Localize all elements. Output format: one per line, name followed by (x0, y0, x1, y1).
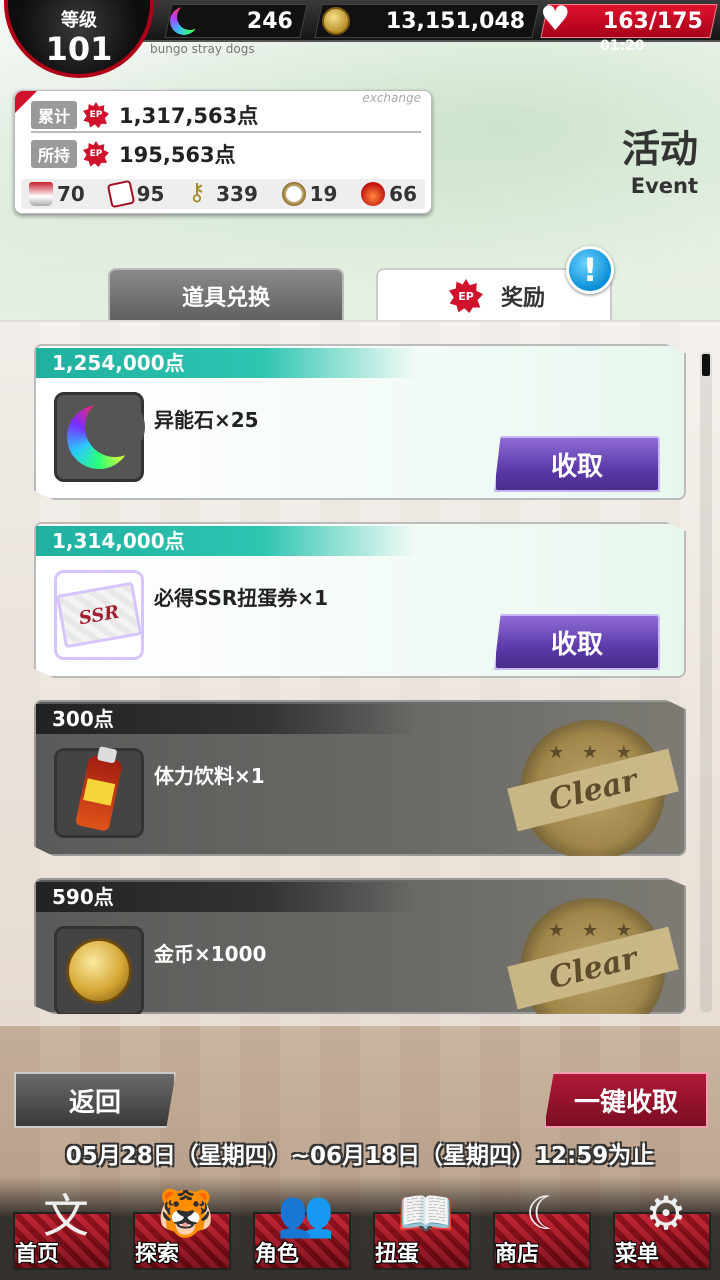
nav-shop[interactable]: ☾ 商店 (485, 1180, 595, 1276)
tab-label: 奖励 (500, 286, 545, 311)
reward-card: 300点 体力饮料×1 ★ ★ ★ Clear (34, 700, 686, 856)
gold-coin-icon (66, 938, 132, 1004)
tab-item-exchange[interactable]: 道具兑换 (108, 268, 344, 322)
heart-icon (540, 0, 570, 39)
item-can: 70 (29, 182, 85, 206)
item-clock: 19 (281, 182, 338, 206)
nav-label: 扭蛋 (375, 1242, 420, 1267)
reward-points: 590点 (36, 882, 416, 912)
nav-home[interactable]: 文 首页 (5, 1180, 115, 1276)
level-badge: 等级 101 (4, 0, 154, 78)
item-count: 70 (57, 182, 85, 206)
stamina-timer: 01:20 (600, 38, 645, 54)
nav-label: 商店 (495, 1242, 540, 1267)
alert-icon: ! (566, 246, 614, 294)
item-key: 339 (188, 178, 258, 206)
coin-count: 13,151,048 (385, 8, 525, 34)
reward-item-frame (54, 392, 145, 482)
owned-label: 所持 (31, 140, 77, 168)
ep-emblem-icon: EP (83, 141, 109, 167)
clock-icon (281, 182, 306, 206)
gem-icon (170, 7, 198, 35)
reward-item-frame (54, 748, 144, 838)
top-status-bar: 等级 101 bungo stray dogs 246 13,151,048 1… (0, 0, 720, 78)
reward-name: 体力饮料×1 (154, 764, 265, 788)
stamina-drink-icon (74, 754, 124, 832)
page-subtitle: Event (630, 174, 698, 198)
reward-points: 300点 (36, 704, 416, 734)
ssr-ticket-icon: SSR (55, 581, 143, 649)
coin-icon (322, 7, 350, 35)
cumulative-label: 累计 (31, 101, 77, 129)
owned-value: 195,563点 (119, 143, 236, 167)
event-date-range: 05月28日（星期四）~06月18日（星期四）12:59为止 (65, 1143, 655, 1169)
item-card: 95 (106, 179, 165, 209)
back-button[interactable]: 返回 (14, 1072, 176, 1128)
claim-button[interactable]: 收取 (494, 614, 660, 670)
rainbow-gem-icon (67, 397, 145, 469)
can-icon (29, 182, 53, 206)
clear-stamp-icon: ★ ★ ★ Clear (507, 720, 679, 856)
scrollbar-thumb[interactable] (702, 354, 710, 376)
nav-characters[interactable]: 👥 角色 (245, 1180, 355, 1276)
item-count: 339 (216, 182, 258, 206)
reward-points: 1,314,000点 (36, 526, 416, 556)
bottom-nav: 文 首页 🐯 探索 👥 角色 📖 扭蛋 ☾ 商店 ⚙ 菜单 (0, 1176, 720, 1280)
key-icon (188, 178, 212, 206)
reward-card: 1,254,000点 异能石×25 收取 (34, 344, 686, 500)
nav-gacha[interactable]: 📖 扭蛋 (365, 1180, 475, 1276)
nav-label: 角色 (255, 1242, 300, 1267)
page-title: 活动 (621, 127, 698, 171)
nav-menu[interactable]: ⚙ 菜单 (605, 1180, 715, 1276)
gem-count: 246 (247, 8, 293, 34)
item-crown: 66 (361, 182, 417, 206)
item-count: 95 (136, 182, 165, 206)
nav-label: 菜单 (615, 1242, 660, 1267)
card-icon (106, 179, 135, 209)
reward-name: 必得SSR扭蛋券×1 (154, 586, 328, 610)
cumulative-row: 累计 EP 1,317,563点 (31, 101, 421, 133)
reward-card: 590点 金币×1000 ★ ★ ★ Clear (34, 878, 686, 1014)
reward-name: 异能石×25 (154, 408, 259, 432)
stamina-count: 163/175 (603, 8, 703, 34)
tab-label: 道具兑换 (181, 286, 270, 311)
level-value: 101 (45, 30, 113, 68)
cumulative-value: 1,317,563点 (119, 104, 259, 128)
ep-emblem-icon: EP (83, 102, 109, 128)
level-label: 等级 (61, 10, 97, 31)
reward-card: 1,314,000点 SSR 必得SSR扭蛋券×1 收取 (34, 522, 686, 678)
item-count: 66 (389, 182, 417, 206)
crown-icon (361, 182, 386, 206)
item-count: 19 (309, 182, 338, 206)
nav-label: 探索 (135, 1242, 180, 1267)
ep-points-panel: exchange 累计 EP 1,317,563点 所持 EP 195,563点… (14, 90, 432, 214)
reward-points: 1,254,000点 (36, 348, 416, 378)
claim-all-button[interactable]: 一键收取 (544, 1072, 708, 1128)
game-subtitle: bungo stray dogs (150, 42, 255, 56)
reward-item-frame (54, 926, 144, 1014)
nav-label: 首页 (15, 1242, 60, 1267)
owned-row: 所持 EP 195,563点 (31, 139, 236, 169)
nav-explore[interactable]: 🐯 探索 (125, 1180, 235, 1276)
list-scrollbar[interactable] (700, 352, 712, 1012)
reward-item-frame: SSR (54, 570, 144, 660)
ep-emblem-icon: EP (448, 279, 483, 313)
claim-button[interactable]: 收取 (494, 436, 660, 492)
exchange-items-row: 70 95 339 19 66 (21, 178, 425, 209)
reward-name: 金币×1000 (154, 942, 267, 966)
